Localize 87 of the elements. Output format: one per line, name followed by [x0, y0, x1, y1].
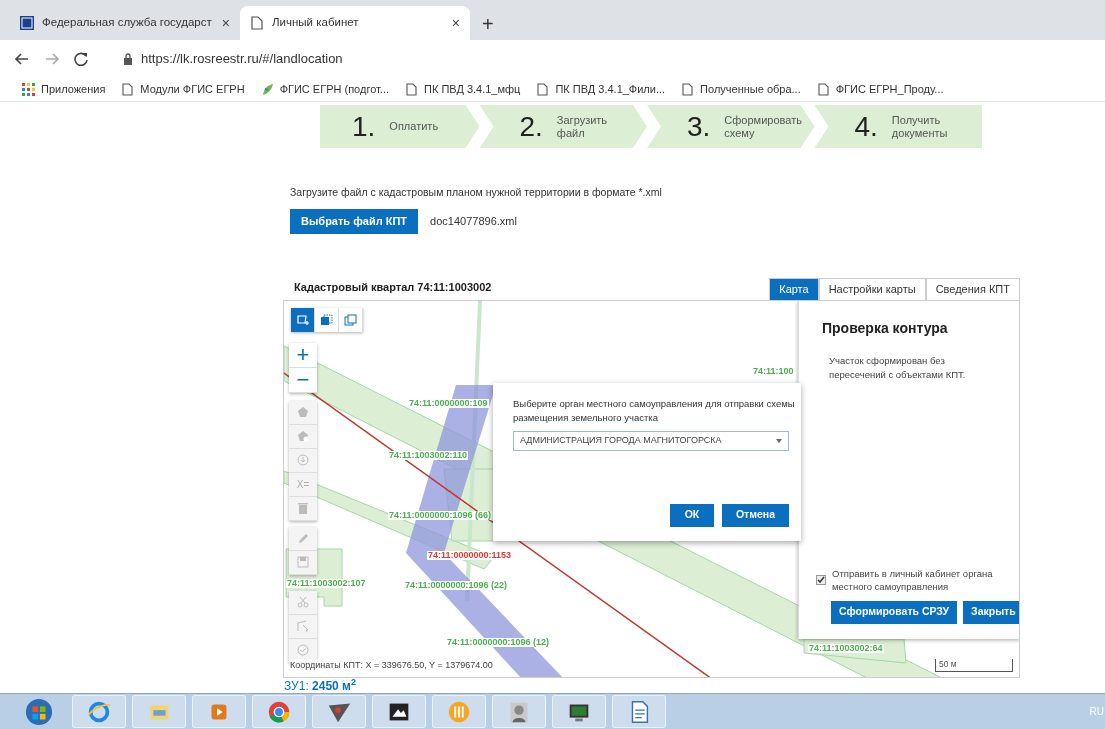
- bookmark[interactable]: Полученные обра...: [681, 81, 801, 98]
- page-icon: [405, 83, 419, 96]
- upload-instruction: Загрузите файл с кадастровым планом нужной территории в формате *.xml: [290, 185, 663, 200]
- taskbar-app-button[interactable]: [312, 695, 366, 728]
- pencil-icon: [297, 532, 309, 545]
- download-circle-icon: [297, 454, 309, 467]
- leaf-icon: [260, 83, 274, 96]
- send-checkbox[interactable]: [816, 574, 826, 585]
- step-label: Сформировать схему: [724, 113, 803, 140]
- forward-arrow-icon[interactable]: [44, 52, 60, 66]
- layers-icon: [344, 313, 357, 326]
- pentagon-hole-icon: [297, 430, 309, 443]
- parcel-label: 74:11:0000000:109: [408, 398, 489, 408]
- close-button[interactable]: Закрыть: [963, 600, 1019, 624]
- parcel-label: 74:11:1003002:107: [286, 578, 367, 588]
- step-number: 2.: [519, 112, 543, 141]
- tab-title: Личный кабинет: [272, 15, 360, 31]
- reload-icon[interactable]: [74, 52, 89, 66]
- page-icon: [536, 83, 550, 96]
- bookmark[interactable]: Модули ФГИС ЕГРН: [121, 81, 245, 98]
- cancel-button[interactable]: Отмена: [722, 503, 789, 527]
- page-icon: [816, 83, 830, 96]
- map-coordinates: Координаты КПТ: X = 339676.50, Y = 1379674.00: [290, 659, 493, 673]
- page-icon: [681, 83, 695, 96]
- draw-polygon-icon: [295, 313, 310, 326]
- map-tab[interactable]: Карта: [769, 277, 819, 300]
- parcel-label: 74:11:1003002:64: [808, 643, 884, 653]
- scale-bar: 50 м: [935, 658, 1013, 672]
- dropdown-caret-icon: [776, 438, 782, 443]
- select-area-icon: [320, 313, 333, 326]
- parcel-label: 74:11:0000000:1096 (66): [388, 510, 493, 520]
- check-circle-icon: [297, 644, 309, 657]
- map-tab[interactable]: Сведения КПТ: [925, 277, 1020, 300]
- map-mode-button[interactable]: [291, 307, 315, 332]
- map-mode-button[interactable]: [315, 307, 339, 332]
- area-label: ЗУ1: 2450 м$^{2}$: [284, 678, 357, 693]
- browser-tab[interactable]: Личный кабинет ×: [240, 6, 470, 40]
- zoom-out-button[interactable]: −: [289, 367, 317, 393]
- address-bar[interactable]: https://lk.rosreestr.ru/#/landlocation: [123, 49, 343, 69]
- taskbar-app-button[interactable]: [552, 695, 606, 728]
- site-favicon-icon: [20, 16, 34, 30]
- bookmark[interactable]: Приложения: [22, 81, 106, 98]
- dialog-message: Выберите орган местного самоуправления для отправки схемы размещения земельного участка: [513, 396, 796, 425]
- bookmark[interactable]: ФГИС ЕГРН (подгот...: [260, 81, 390, 98]
- save-icon: [297, 556, 309, 569]
- tab-title: Федеральная служба государст: [42, 15, 213, 31]
- scissors-icon: [297, 596, 309, 609]
- map-tab[interactable]: Настройки карты: [818, 277, 926, 300]
- panel-title: Проверка контура: [822, 318, 948, 338]
- parcel-label: 74:11:0000000:1153: [427, 550, 513, 560]
- pentagon-icon: [297, 406, 309, 419]
- step-label: Оплатить: [389, 120, 440, 133]
- panel-message: Участок сформирован без пересечений с объектами КПТ.: [829, 353, 967, 382]
- checkmark-icon: [817, 576, 825, 584]
- parcel-label: 74:11:0000000:1096 (22): [404, 580, 509, 590]
- tab-close-button[interactable]: ×: [451, 16, 460, 30]
- ok-button[interactable]: ОК: [670, 503, 714, 527]
- page-icon: [121, 83, 135, 96]
- map-title: Кадастровый квартал 74:11:1003002: [294, 280, 493, 296]
- tab-close-button[interactable]: ×: [221, 16, 230, 30]
- vertex-cursor-icon: [297, 620, 309, 633]
- bookmark[interactable]: ПК ПВД 3.4.1_Фили...: [536, 81, 666, 98]
- step-number: 3.: [687, 112, 711, 141]
- page-icon: [250, 16, 264, 30]
- parcel-label: 74:11:1003002:110: [388, 450, 469, 460]
- taskbar-app-button[interactable]: [372, 695, 426, 728]
- file-name: doc14077896.xml: [430, 214, 517, 229]
- map-mode-button[interactable]: [339, 307, 363, 332]
- authority-select[interactable]: АДМИНИСТРАЦИЯ ГОРОДА МАГНИТОГОРСКА: [513, 430, 789, 451]
- bookmark[interactable]: ПК ПВД 3.4.1_мфц: [405, 81, 521, 98]
- trash-icon: [297, 502, 309, 515]
- parcel-label: 74:11:100: [752, 366, 795, 376]
- new-tab-button[interactable]: +: [482, 14, 494, 34]
- step-number: 4.: [854, 112, 878, 141]
- step-label: Получить документы: [891, 113, 949, 140]
- checkbox-label: Отправить в личный кабинет органа местного самоуправления: [832, 566, 994, 593]
- step-number: 1.: [352, 112, 376, 141]
- step-label: Загрузить файл: [556, 113, 609, 140]
- zoom-in-button[interactable]: +: [289, 342, 317, 368]
- choose-file-button[interactable]: Выбрать файл КПТ: [290, 208, 419, 234]
- windows-logo-icon: [25, 697, 53, 726]
- lock-icon: [123, 53, 133, 65]
- parcel-label: 74:11:0000000:1096 (12): [446, 637, 551, 647]
- apps-grid-icon: [22, 83, 35, 96]
- bookmark[interactable]: ФГИС ЕГРН_Проду...: [816, 81, 944, 98]
- create-scheme-button[interactable]: Сформировать СРЗУ: [831, 600, 958, 624]
- back-arrow-icon[interactable]: [14, 52, 30, 66]
